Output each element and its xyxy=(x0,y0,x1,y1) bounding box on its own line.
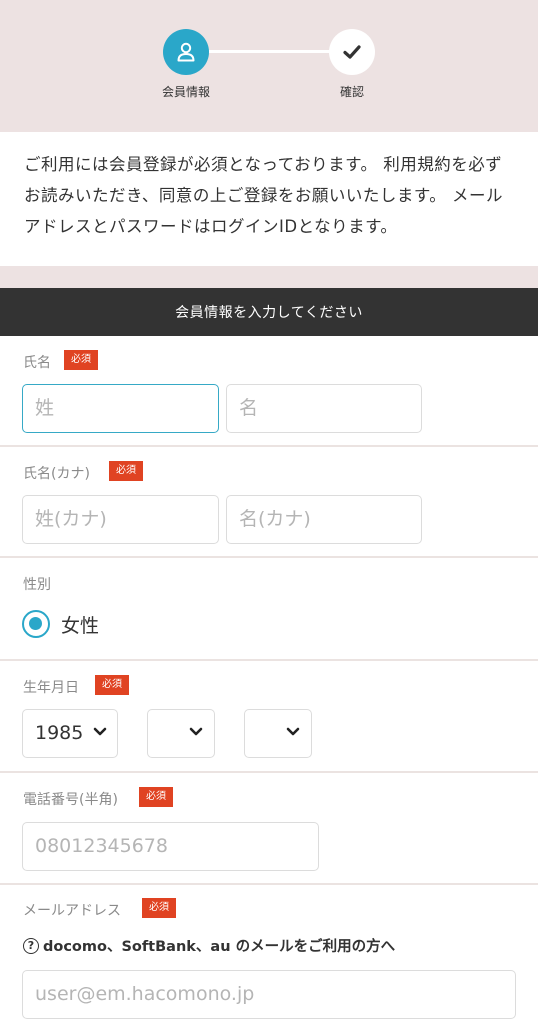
name-section: 氏名 必須 姓 名 xyxy=(0,336,538,447)
chevron-down-icon xyxy=(286,727,300,736)
last-name-input[interactable]: 姓 xyxy=(22,384,219,433)
user-icon xyxy=(177,42,195,62)
step-label-member-info: 会員情報 xyxy=(161,85,210,99)
birth-year-select[interactable]: 1985 xyxy=(22,709,118,758)
gender-section: 性別 xyxy=(0,558,538,661)
required-badge: 必須 xyxy=(64,350,98,370)
birth-day-select[interactable] xyxy=(244,709,312,758)
first-name-input[interactable]: 名 xyxy=(226,384,422,433)
radio-selected-dot xyxy=(29,617,42,630)
required-badge: 必須 xyxy=(109,461,143,481)
email-label: メールアドレス xyxy=(23,903,121,919)
check-icon xyxy=(343,45,361,59)
section-spacer xyxy=(0,266,538,288)
required-badge: 必須 xyxy=(142,898,176,918)
required-badge: 必須 xyxy=(95,675,129,695)
birth-month-select[interactable] xyxy=(147,709,215,758)
question-circle-icon: ? xyxy=(23,937,39,954)
birthday-label: 生年月日 xyxy=(23,680,79,696)
birth-year-value: 1985 xyxy=(35,722,84,744)
chevron-down-icon xyxy=(189,727,203,736)
step-member-info xyxy=(163,29,209,75)
phone-input[interactable]: 08012345678 xyxy=(22,822,319,871)
stepper-connector xyxy=(186,50,352,53)
last-name-kana-input[interactable]: 姓(カナ) xyxy=(22,495,219,544)
chevron-down-icon xyxy=(93,727,107,736)
progress-stepper: 会員情報 確認 xyxy=(0,0,538,132)
first-name-kana-input[interactable]: 名(カナ) xyxy=(226,495,422,544)
birthday-section: 生年月日 必須 1985 xyxy=(0,661,538,773)
carrier-mail-help[interactable]: ? docomo、SoftBank、au のメールをご利用の方へ xyxy=(23,935,395,956)
step-confirm xyxy=(329,29,375,75)
email-input[interactable]: user@em.hacomono.jp xyxy=(22,970,516,1019)
step-label-confirm: 確認 xyxy=(339,85,364,99)
intro-text: ご利用には会員登録が必須となっております。 利用規約を必ずお読みいただき、同意の… xyxy=(0,132,538,266)
phone-section: 電話番号(半角) 必須 08012345678 xyxy=(0,773,538,885)
kana-label: 氏名(カナ) xyxy=(23,466,90,482)
carrier-mail-help-text: docomo、SoftBank、au のメールをご利用の方へ xyxy=(43,939,396,955)
kana-section: 氏名(カナ) 必須 姓(カナ) 名(カナ) xyxy=(0,447,538,558)
phone-label: 電話番号(半角) xyxy=(23,792,118,808)
form-header: 会員情報を入力してください xyxy=(0,288,538,336)
gender-option-label[interactable]: 女性 xyxy=(61,611,99,638)
required-badge: 必須 xyxy=(139,787,173,807)
name-label: 氏名 xyxy=(23,355,51,371)
gender-label: 性別 xyxy=(23,577,51,593)
gender-radio-female[interactable] xyxy=(22,610,50,638)
